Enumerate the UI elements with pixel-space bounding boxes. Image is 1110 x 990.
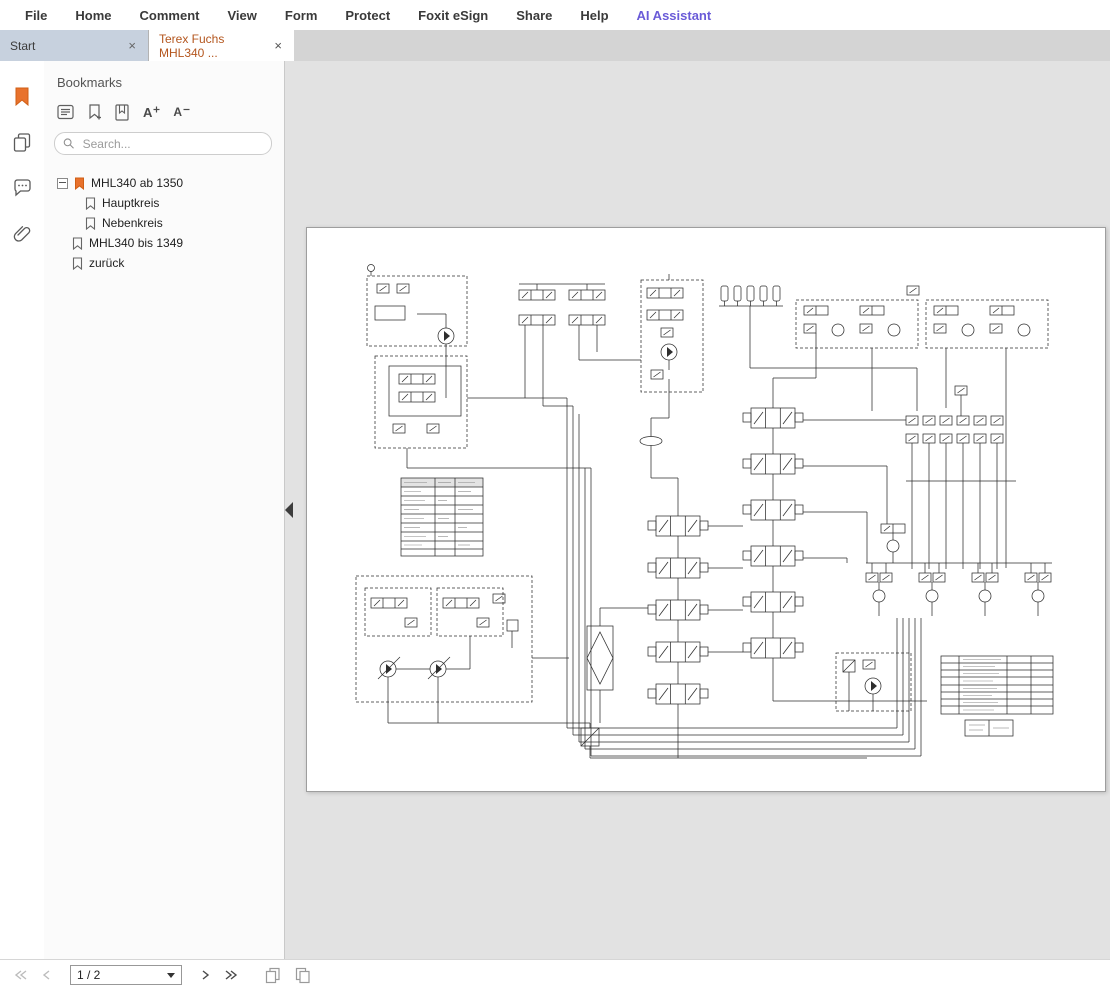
schematic-diagram xyxy=(307,228,1105,791)
panel-collapse-handle[interactable] xyxy=(284,502,294,518)
search-input[interactable] xyxy=(81,136,263,152)
main-area: Bookmarks xyxy=(0,61,1110,959)
bookmark-icon xyxy=(85,217,96,230)
bookmarks-panel-button[interactable] xyxy=(11,85,33,107)
menu-home[interactable]: Home xyxy=(61,8,125,23)
pages-panel-button[interactable] xyxy=(11,131,33,153)
bookmark-icon xyxy=(14,87,30,106)
bookmark-icon xyxy=(72,257,83,270)
previous-view-icon xyxy=(264,966,282,984)
add-bookmark-icon xyxy=(88,104,102,121)
bookmark-item-mhl340-bis-1349[interactable]: MHL340 bis 1349 xyxy=(57,233,272,253)
bookmark-icon xyxy=(74,177,85,190)
menubar: File Home Comment View Form Protect Foxi… xyxy=(0,0,1110,30)
bookmarks-panel: Bookmarks xyxy=(44,61,285,959)
bookmark-item-zurueck[interactable]: zurück xyxy=(57,253,272,273)
tab-start[interactable]: Start × xyxy=(0,30,149,61)
menu-file[interactable]: File xyxy=(11,8,61,23)
menu-protect[interactable]: Protect xyxy=(331,8,404,23)
document-area[interactable] xyxy=(285,61,1110,959)
text-smaller-icon: A xyxy=(173,106,190,118)
bookmark-page-icon xyxy=(115,104,130,121)
next-view-icon xyxy=(294,966,312,984)
pdf-page xyxy=(306,227,1106,792)
first-page-icon xyxy=(13,967,29,983)
foxit-reader-window: File Home Comment View Form Protect Foxi… xyxy=(0,0,1110,990)
tab-bar: Start × Terex Fuchs MHL340 ... × xyxy=(0,30,1110,61)
page-indicator: 1 / 2 xyxy=(77,968,100,982)
decrease-text-size-button[interactable]: A xyxy=(173,102,190,122)
search-icon xyxy=(63,137,75,150)
next-view-button[interactable] xyxy=(290,963,316,987)
tab-start-label: Start xyxy=(10,39,35,53)
tab-document-label: Terex Fuchs MHL340 ... xyxy=(159,32,272,60)
first-page-button[interactable] xyxy=(8,963,34,987)
bookmarks-tree: MHL340 ab 1350 Hauptkreis Nebenkreis xyxy=(57,173,272,273)
page-number-combobox[interactable]: 1 / 2 xyxy=(70,965,182,985)
bookmark-icon xyxy=(72,237,83,250)
bookmark-item-hauptkreis[interactable]: Hauptkreis xyxy=(57,193,272,213)
next-page-button[interactable] xyxy=(192,963,218,987)
panel-menu-icon xyxy=(57,104,75,120)
menu-ai-assistant[interactable]: AI Assistant xyxy=(623,8,726,23)
menu-form[interactable]: Form xyxy=(271,8,332,23)
bookmark-label: Hauptkreis xyxy=(102,196,159,210)
previous-page-icon xyxy=(39,967,55,983)
previous-page-button[interactable] xyxy=(34,963,60,987)
tab-document[interactable]: Terex Fuchs MHL340 ... × xyxy=(149,30,294,61)
tab-document-close-icon[interactable]: × xyxy=(272,37,284,54)
bookmark-label: MHL340 bis 1349 xyxy=(89,236,183,250)
text-larger-icon: A xyxy=(143,106,160,119)
last-page-button[interactable] xyxy=(218,963,244,987)
bookmark-item-nebenkreis[interactable]: Nebenkreis xyxy=(57,213,272,233)
menu-help[interactable]: Help xyxy=(566,8,622,23)
bookmark-label: zurück xyxy=(89,256,124,270)
menu-view[interactable]: View xyxy=(213,8,270,23)
add-bookmark-button[interactable] xyxy=(88,102,102,122)
status-bar: 1 / 2 xyxy=(0,959,1110,990)
increase-text-size-button[interactable]: A xyxy=(143,102,160,122)
previous-view-button[interactable] xyxy=(260,963,286,987)
attachments-panel-button[interactable] xyxy=(11,223,33,245)
last-page-icon xyxy=(223,967,239,983)
menu-comment[interactable]: Comment xyxy=(126,8,214,23)
comment-bubble-icon xyxy=(13,179,32,197)
panel-options-button[interactable] xyxy=(57,102,75,122)
bookmarks-toolbar: A A xyxy=(57,102,272,122)
pages-icon xyxy=(13,133,31,152)
next-page-icon xyxy=(197,967,213,983)
paperclip-icon xyxy=(13,224,31,244)
dropdown-caret-icon xyxy=(167,973,175,978)
bookmarks-panel-title: Bookmarks xyxy=(57,75,272,90)
comments-panel-button[interactable] xyxy=(11,177,33,199)
bookmark-page-button[interactable] xyxy=(115,102,130,122)
bookmark-label: MHL340 ab 1350 xyxy=(91,176,183,190)
tab-start-close-icon[interactable]: × xyxy=(126,37,138,54)
bookmark-label: Nebenkreis xyxy=(102,216,163,230)
bookmark-item-mhl340-ab-1350[interactable]: MHL340 ab 1350 xyxy=(57,173,272,193)
menu-foxit-esign[interactable]: Foxit eSign xyxy=(404,8,502,23)
menu-share[interactable]: Share xyxy=(502,8,566,23)
bookmark-search xyxy=(54,132,272,155)
panel-icon-strip xyxy=(0,61,44,959)
collapse-expander-icon[interactable] xyxy=(57,178,68,189)
bookmark-icon xyxy=(85,197,96,210)
